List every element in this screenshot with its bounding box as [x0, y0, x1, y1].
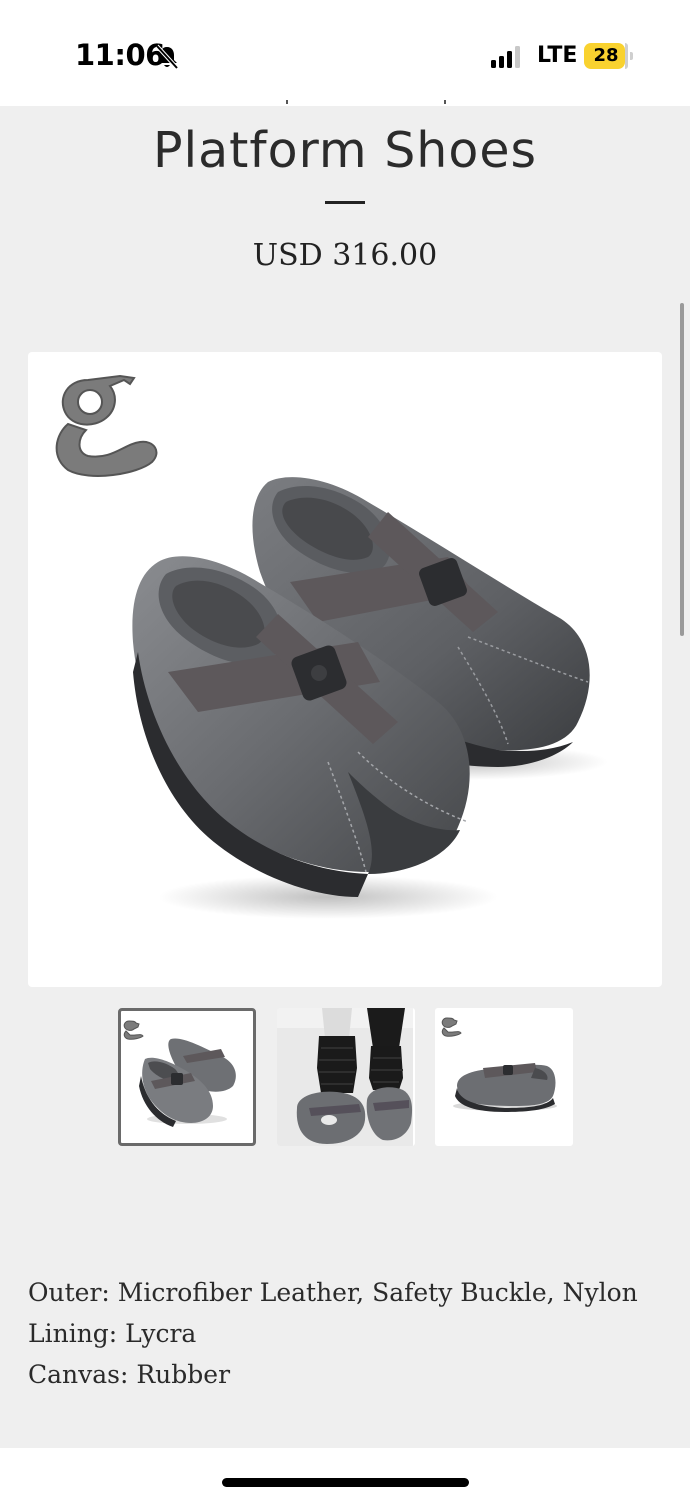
battery-level: 28: [593, 45, 619, 66]
thumbnail-strip: [0, 1008, 690, 1146]
main-product-image[interactable]: [28, 352, 662, 987]
product-price: USD 316.00: [252, 238, 438, 273]
shoes-pair-image: [55, 374, 608, 919]
brand-logo: [55, 374, 158, 477]
scrollbar[interactable]: [680, 303, 684, 636]
signal-icon: [491, 46, 520, 68]
thumbnail-side-view[interactable]: [435, 1008, 573, 1146]
detail-canvas: Canvas: Rubber: [28, 1360, 231, 1389]
title-divider: [325, 201, 365, 204]
network-type: LTE: [537, 43, 578, 68]
product-title: Platform Shoes: [152, 122, 538, 179]
product-description: Outer: Microfiber Leather, Safety Buckle…: [28, 1272, 668, 1395]
detail-outer: Outer: Microfiber Leather, Safety Buckle…: [28, 1278, 638, 1307]
battery-icon: 28: [584, 43, 633, 69]
thumbnail-worn-with-leg-warmers[interactable]: [277, 1008, 415, 1146]
bottom-bar: [0, 1448, 690, 1500]
status-bar: 11:06 LTE 28: [0, 0, 690, 106]
status-time: 11:06: [75, 38, 165, 72]
home-indicator[interactable]: [222, 1478, 469, 1487]
thumbnail-pair[interactable]: [118, 1008, 256, 1146]
bell-off-icon: [155, 44, 179, 70]
clipped-text-fragment: [286, 100, 466, 106]
detail-lining: Lining: Lycra: [28, 1319, 197, 1348]
